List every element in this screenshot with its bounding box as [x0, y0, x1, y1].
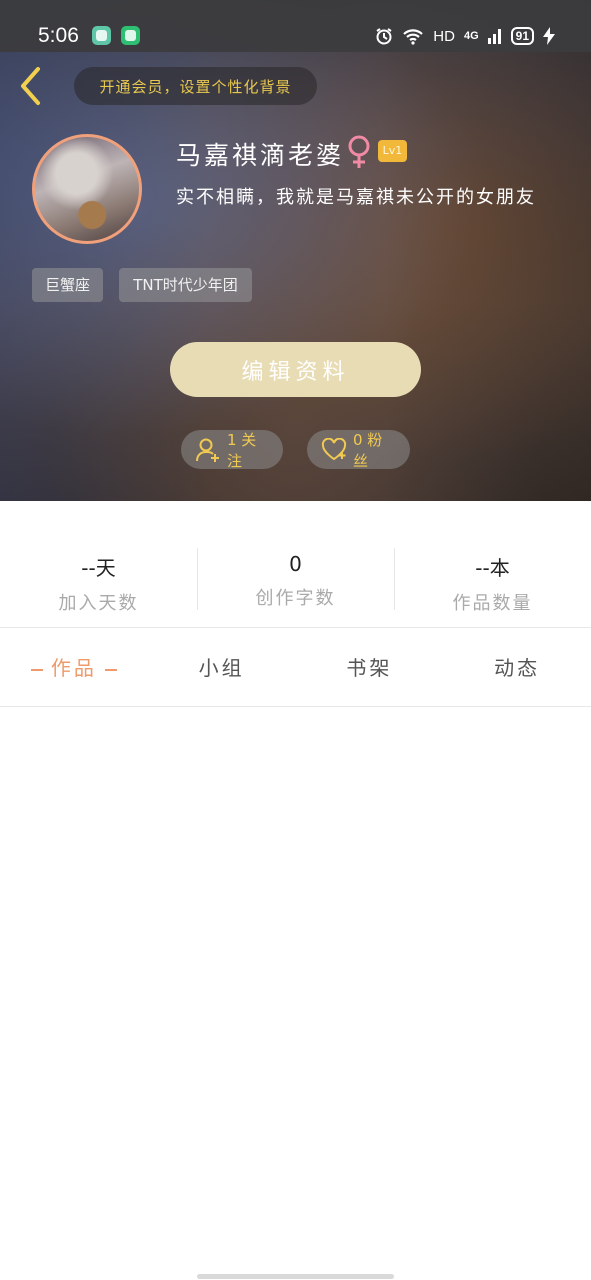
status-time: 5:06 — [38, 24, 79, 47]
profile-tabs: 作品 小组 书架 动态 — [0, 640, 591, 696]
tab-label: 书架 — [346, 656, 393, 680]
back-arrow-icon[interactable] — [18, 66, 44, 106]
stat-label: 作品数量 — [452, 593, 533, 614]
network-label: HD — [433, 27, 455, 45]
member-banner[interactable]: 开通会员，设置个性化背景 — [74, 67, 317, 105]
wifi-icon — [403, 29, 424, 45]
stat-label: 加入天数 — [58, 593, 139, 614]
stat-value: --本 — [475, 556, 510, 580]
tab-label: 动态 — [494, 656, 541, 680]
edit-profile-button[interactable]: 编辑资料 — [170, 342, 421, 397]
following-button[interactable]: 1 关注 — [181, 430, 283, 470]
level-badge: Lv1 — [378, 140, 407, 162]
stat-value: 0 — [289, 552, 302, 576]
tab-works[interactable]: 作品 — [0, 640, 148, 696]
home-indicator[interactable] — [197, 1274, 394, 1279]
add-user-icon — [196, 438, 219, 462]
charging-icon — [543, 27, 555, 45]
active-indicator — [104, 668, 117, 671]
divider — [0, 706, 591, 707]
stats-row: --天 加入天数 0 创作字数 --本 作品数量 — [0, 540, 591, 616]
avatar[interactable] — [32, 134, 142, 244]
signal-label: 4G — [463, 30, 479, 42]
status-icons: HD 4G 91 — [375, 24, 555, 48]
stat-works-count: --本 作品数量 — [394, 540, 591, 616]
battery-indicator: 91 — [510, 27, 534, 45]
female-gender-icon — [348, 135, 370, 168]
divider — [0, 627, 591, 628]
nickname: 马嘉祺滴老婆 — [176, 141, 345, 170]
app-notification-icon — [92, 26, 111, 45]
tab-label: 小组 — [198, 656, 245, 680]
stat-join-days: --天 加入天数 — [0, 540, 197, 616]
fans-button[interactable]: 0 粉丝 — [307, 430, 410, 470]
heart-icon — [321, 437, 347, 460]
stat-label: 创作字数 — [255, 588, 336, 609]
tag-fandom: TNT时代少年团 — [119, 268, 252, 302]
alarm-icon — [376, 28, 392, 45]
app-notification-icon — [121, 26, 140, 45]
active-indicator — [30, 668, 43, 671]
tab-groups[interactable]: 小组 — [148, 640, 296, 696]
stat-word-count: 0 创作字数 — [197, 540, 394, 616]
following-count: 1 关注 — [227, 430, 257, 470]
stat-value: --天 — [81, 556, 116, 580]
tab-label: 作品 — [50, 656, 97, 680]
tag-zodiac: 巨蟹座 — [32, 268, 103, 302]
tab-bookshelf[interactable]: 书架 — [296, 640, 444, 696]
bio-text: 实不相瞒，我就是马嘉祺未公开的女朋友 — [176, 187, 536, 208]
signal-icon — [487, 29, 501, 44]
profile-header: 5:06 HD 4G 91 开通会员，设置个性化背景 马嘉祺滴老婆 Lv1 实不… — [0, 0, 591, 501]
fans-count: 0 粉丝 — [353, 430, 383, 470]
tab-activity[interactable]: 动态 — [443, 640, 591, 696]
